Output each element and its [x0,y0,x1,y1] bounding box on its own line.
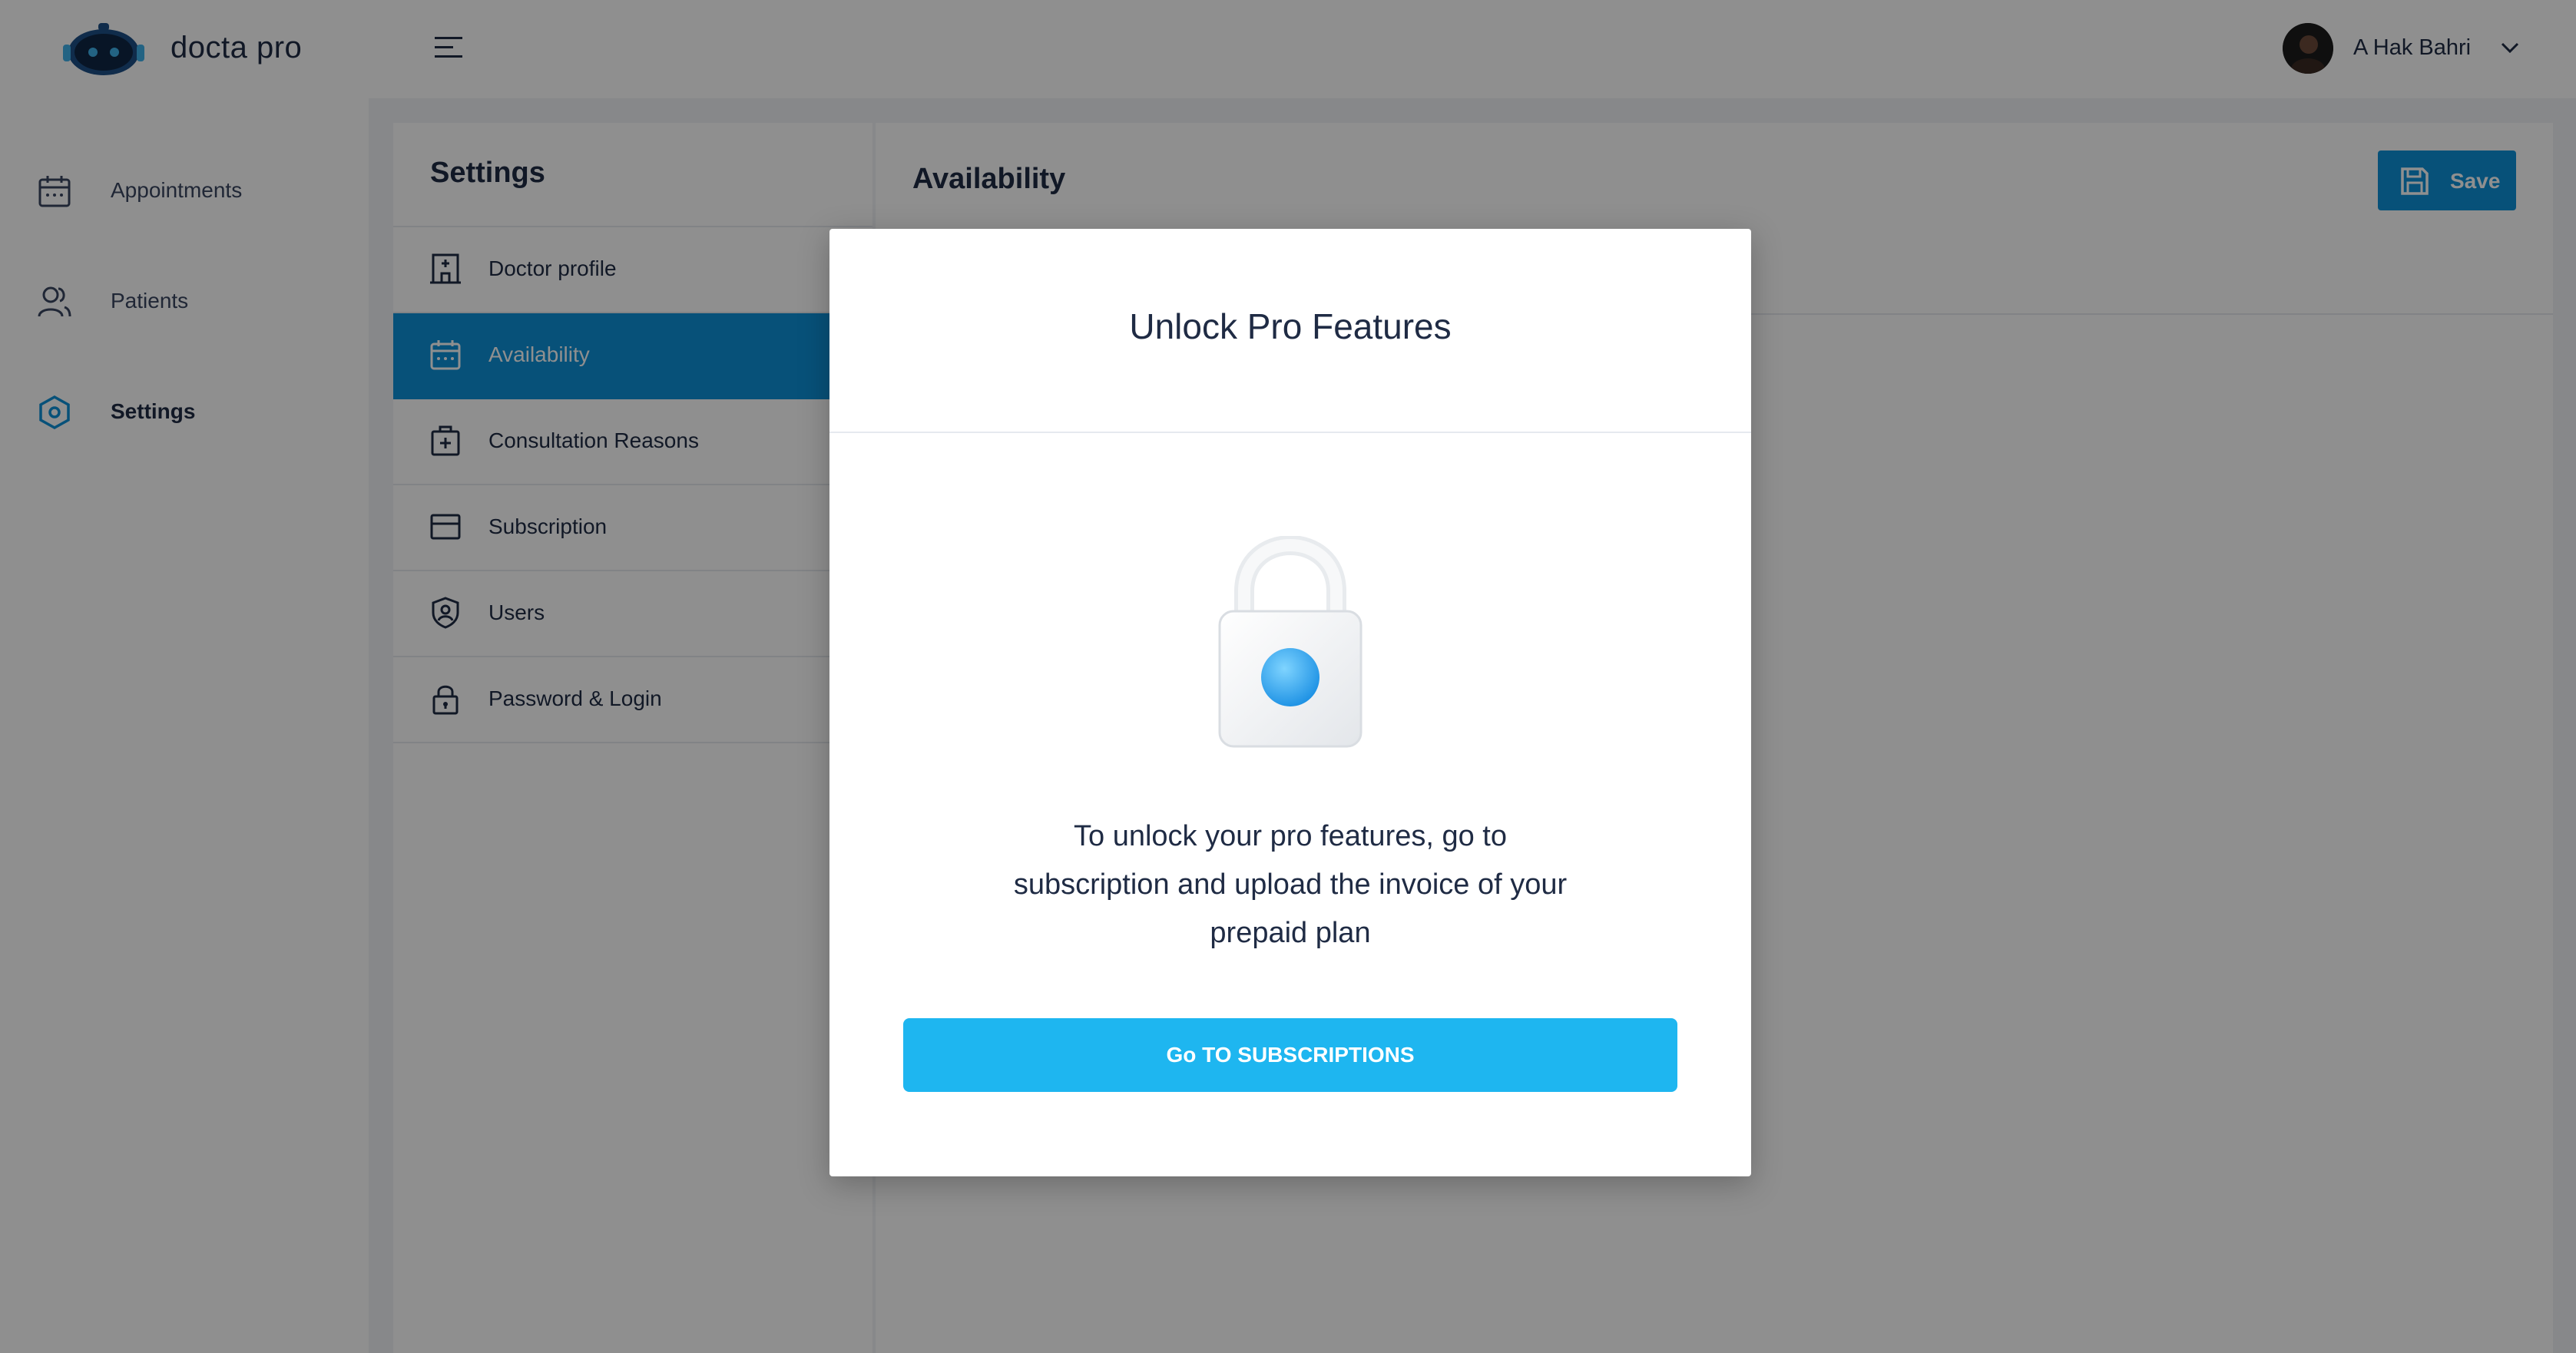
modal-title: Unlock Pro Features [1129,306,1452,346]
modal-message: To unlock your pro features, go to subsc… [968,812,1613,958]
modal-message-line: To unlock your pro features, go to [1074,820,1507,852]
modal-message-line: subscription and upload the invoice of y… [1013,868,1568,901]
go-to-subscriptions-label: Go TO SUBSCRIPTIONS [1166,1043,1415,1067]
modal-message-line: prepaid plan [1210,917,1371,949]
unlock-pro-modal: Unlock Pro Features To unlock your pro f… [829,229,1751,1176]
app-page: docta pro A Hak Bahri Appointments Patie… [0,0,2576,1353]
divider [829,432,1751,433]
go-to-subscriptions-button[interactable]: Go TO SUBSCRIPTIONS [903,1018,1677,1092]
padlock-icon [1218,536,1362,748]
